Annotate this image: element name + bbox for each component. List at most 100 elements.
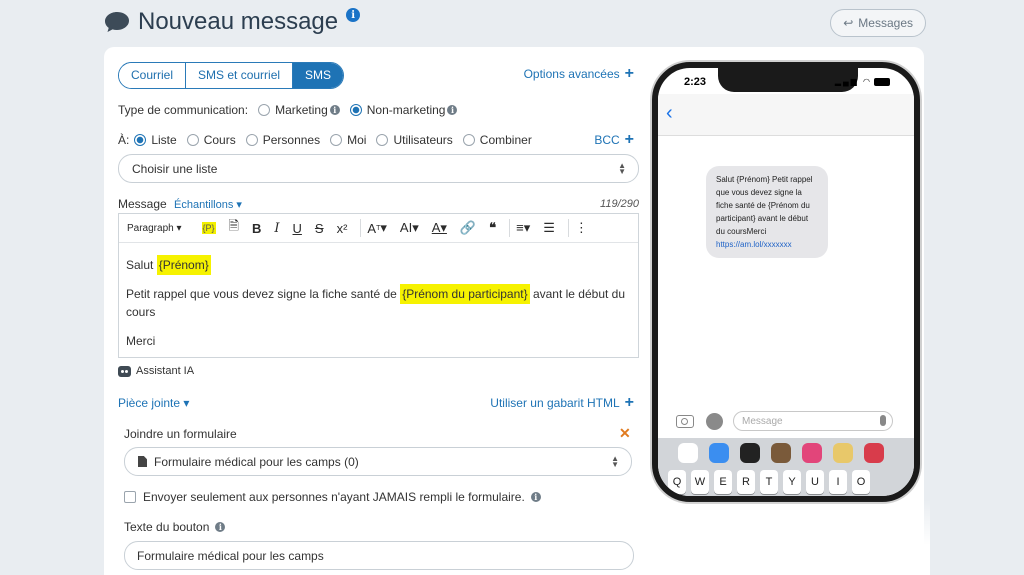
radio-combiner[interactable]	[462, 134, 475, 146]
strikethrough-button[interactable]: S	[315, 221, 324, 236]
bcc-link[interactable]: BCC +	[594, 132, 634, 148]
app-store-app-icon[interactable]	[709, 443, 729, 463]
bcc-label: BCC	[594, 133, 620, 147]
radio-moi[interactable]	[330, 134, 343, 146]
never-filled-checkbox[interactable]	[124, 491, 136, 503]
button-text-label: Texte du bouton	[124, 520, 210, 534]
editor-line: Petit rappel que vous devez signe la fic…	[126, 284, 631, 321]
moi-label: Moi	[347, 133, 367, 147]
editor-toolbar: Paragraph ▾ {P} 🗎 B I U S x² A T ▾ AI▾ A▾ …	[119, 214, 638, 243]
align-button[interactable]: ≡▾	[516, 220, 530, 236]
info-icon[interactable]: i	[346, 8, 361, 22]
battery-icon	[874, 77, 890, 86]
communication-type-row: Type de communication: Marketing i Non-m…	[118, 103, 458, 117]
placeholder-tag: {Prénom du participant}	[400, 284, 530, 304]
marketing-info-icon[interactable]: i	[329, 105, 340, 115]
editor-content[interactable]: Salut {Prénom} Petit rappel que vous dev…	[119, 243, 638, 374]
radio-marketing[interactable]	[258, 104, 271, 116]
ai-assistant-label: Assistant IA	[136, 365, 195, 377]
sms-bubble: Salut {Prénom} Petit rappel que vous dev…	[706, 166, 828, 258]
placeholder-tag-button[interactable]: {P}	[201, 222, 216, 234]
keyboard-key[interactable]: W	[691, 470, 709, 494]
underline-button[interactable]: U	[293, 221, 302, 236]
phone-fade-overlay	[640, 500, 930, 575]
search-images-icon[interactable]	[802, 443, 822, 463]
keyboard-key[interactable]: Q	[668, 470, 686, 494]
chevron-left-icon[interactable]: ‹	[666, 102, 673, 125]
message-label: Message	[118, 197, 167, 211]
font-family-button[interactable]: AI▾	[400, 220, 419, 236]
select-arrows-icon: ▲ ▼	[611, 454, 619, 469]
plus-icon: +	[624, 65, 634, 82]
page-header: Nouveau message i	[104, 4, 361, 40]
tab-sms[interactable]: SMS	[293, 63, 344, 88]
advanced-options-link[interactable]: Options avancées +	[524, 65, 634, 82]
apple-pay-icon[interactable]	[740, 443, 760, 463]
bold-button[interactable]: B	[252, 221, 261, 236]
attachment-label: Pièce jointe	[118, 396, 181, 410]
robot-icon	[118, 365, 131, 377]
tab-sms-et-courriel[interactable]: SMS et courriel	[186, 63, 294, 88]
quote-icon[interactable]: ❝	[489, 220, 496, 236]
app-store-icon[interactable]	[706, 412, 723, 430]
microphone-icon[interactable]	[880, 415, 886, 426]
stickers-icon[interactable]	[833, 443, 853, 463]
phone-message-field[interactable]: Message	[733, 411, 893, 431]
digital-touch-icon[interactable]	[864, 443, 884, 463]
radio-utilisateurs[interactable]	[376, 134, 389, 146]
non-marketing-info-icon[interactable]: i	[447, 105, 458, 115]
non-marketing-label: Non-marketing	[366, 103, 446, 117]
info-icon[interactable]: i	[530, 492, 541, 502]
more-options-icon[interactable]: ⋮	[575, 220, 588, 236]
list-select[interactable]: Choisir une liste ▲ ▼	[118, 154, 639, 183]
italic-button[interactable]: I	[274, 221, 279, 236]
ai-assistant-button[interactable]: Assistant IA	[118, 365, 194, 377]
status-icons: ▂▄▆ ◠	[835, 77, 890, 86]
cours-label: Cours	[203, 133, 236, 147]
tab-courriel[interactable]: Courriel	[119, 63, 187, 88]
keyboard-key[interactable]: I	[829, 470, 847, 494]
radio-cours[interactable]	[186, 134, 199, 146]
link-icon[interactable]: 🔗	[460, 220, 476, 236]
chat-bubble-icon	[105, 12, 129, 32]
bullet-list-button[interactable]: ☰	[543, 220, 555, 236]
keyboard-key[interactable]: U	[806, 470, 824, 494]
phone-keyboard: QWERTYUIO	[658, 468, 914, 496]
info-icon[interactable]: i	[215, 522, 226, 532]
personnes-label: Personnes	[262, 133, 321, 147]
never-filled-option: Envoyer seulement aux personnes n'ayant …	[124, 490, 541, 504]
keyboard-key[interactable]: T	[760, 470, 778, 494]
keyboard-key[interactable]: R	[737, 470, 755, 494]
samples-dropdown[interactable]: Échantillons ▾	[174, 198, 242, 211]
radio-liste[interactable]	[134, 134, 147, 146]
attachment-dropdown[interactable]: Pièce jointe ▾	[118, 396, 189, 410]
font-color-button[interactable]: A▾	[432, 220, 447, 236]
superscript-button[interactable]: x²	[337, 221, 348, 236]
sms-link[interactable]: https://am.lol/xxxxxxx	[716, 240, 792, 249]
photos-app-icon[interactable]	[678, 443, 698, 463]
channel-tabs: Courriel SMS et courriel SMS	[118, 62, 345, 89]
close-icon[interactable]: ✕	[619, 425, 631, 442]
keyboard-key[interactable]: Y	[783, 470, 801, 494]
font-size-button[interactable]: A T ▾	[367, 220, 386, 236]
recipients-row: À: Liste Cours Personnes Moi Utilisateur…	[118, 133, 532, 147]
memoji-icon[interactable]	[771, 443, 791, 463]
list-select-value: Choisir une liste	[132, 161, 218, 176]
form-select[interactable]: Formulaire médical pour les camps (0) ▲ ▼	[124, 447, 632, 476]
radio-non-marketing[interactable]	[349, 104, 362, 116]
liste-label: Liste	[151, 133, 177, 147]
keyboard-key[interactable]: E	[714, 470, 732, 494]
recipients-label: À:	[118, 133, 130, 147]
camera-icon[interactable]	[676, 414, 694, 428]
button-text-input[interactable]: Formulaire médical pour les camps	[124, 541, 634, 570]
toolbar-divider	[509, 219, 511, 237]
message-editor: Paragraph ▾ {P} 🗎 B I U S x² A T ▾ AI▾ A▾ …	[118, 213, 639, 358]
keyboard-key[interactable]: O	[852, 470, 870, 494]
radio-personnes[interactable]	[245, 134, 258, 146]
samples-label: Échantillons	[174, 199, 234, 211]
paragraph-dropdown[interactable]: Paragraph ▾	[127, 223, 182, 234]
messages-button[interactable]: ↩ Messages	[830, 9, 926, 37]
document-icon[interactable]: 🗎	[229, 217, 239, 239]
editor-line: Salut {Prénom}	[126, 255, 631, 275]
html-template-link[interactable]: Utiliser un gabarit HTML +	[490, 395, 634, 411]
